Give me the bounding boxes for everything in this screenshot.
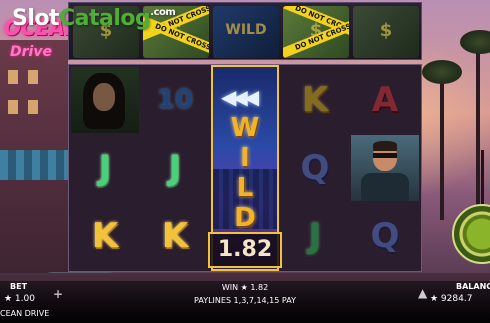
win-amount-display: 1.82 [208,232,282,268]
wild-letter: W [230,113,260,143]
symbol-A: A [351,67,419,133]
man-hair [373,141,397,151]
symbol-J-label: J [168,148,182,188]
paylines-text: PAYLINES 1,3,7,14,15 PAY [194,296,296,305]
awning [0,150,70,180]
symbol-Q-label: Q [370,216,400,256]
symbol-Q: Q [281,135,349,201]
palm-tree-leaves [422,60,462,84]
symbol-K-label: K [91,216,119,256]
watermark-slot: Slot [12,6,60,31]
symbol-J: J [71,135,139,201]
woman-face [93,83,115,111]
symbol-J: J [141,135,209,201]
watermark-com: .com [150,7,176,18]
wild-letter: I [240,143,250,173]
game-logo-line2: Drive [10,44,52,60]
cash-icon: $ [379,20,393,41]
wild-icon: WILD [225,22,267,38]
palm-tree-trunk [440,70,444,220]
sunglasses-icon [373,153,397,158]
symbol-Q-label: Q [300,148,330,188]
win-text: WIN ★ 1.82 [221,283,269,292]
balance-label: BALANCE [456,282,490,291]
symbol-10: 10 [141,67,209,133]
palm-tree-trunk [476,40,480,220]
symbol-man [351,135,419,201]
wild-letter: L [236,173,254,203]
top-cell-cash-taped: $ DO NOT CROSS DO NOT CROSS [283,6,349,58]
symbol-Q: Q [351,203,419,269]
symbol-K-label: K [301,80,329,120]
symbol-A-label: A [371,80,399,120]
symbol-woman [71,67,139,133]
symbol-J-label: J [308,216,322,256]
symbol-K: K [141,203,209,269]
watermark-catalog: Catalog [59,6,151,31]
top-cell-wild: WILD [213,6,279,58]
balance-value: ★ 9284.7 [430,294,473,304]
game-name: CEAN DRIVE [0,309,50,318]
symbol-K: K [281,67,349,133]
symbol-J-label: J [98,148,112,188]
man-body [361,173,409,201]
slotcatalog-watermark: SlotCatalog.com [12,6,176,31]
top-cell-cash: $ [353,6,419,58]
wild-letter: D [234,203,256,233]
symbol-K-label: K [161,216,189,256]
symbol-J: J [281,203,349,269]
symbol-10-label: 10 [156,85,194,115]
symbol-K: K [71,203,139,269]
rewind-arrows-icon: ◀◀◀ [221,85,259,109]
